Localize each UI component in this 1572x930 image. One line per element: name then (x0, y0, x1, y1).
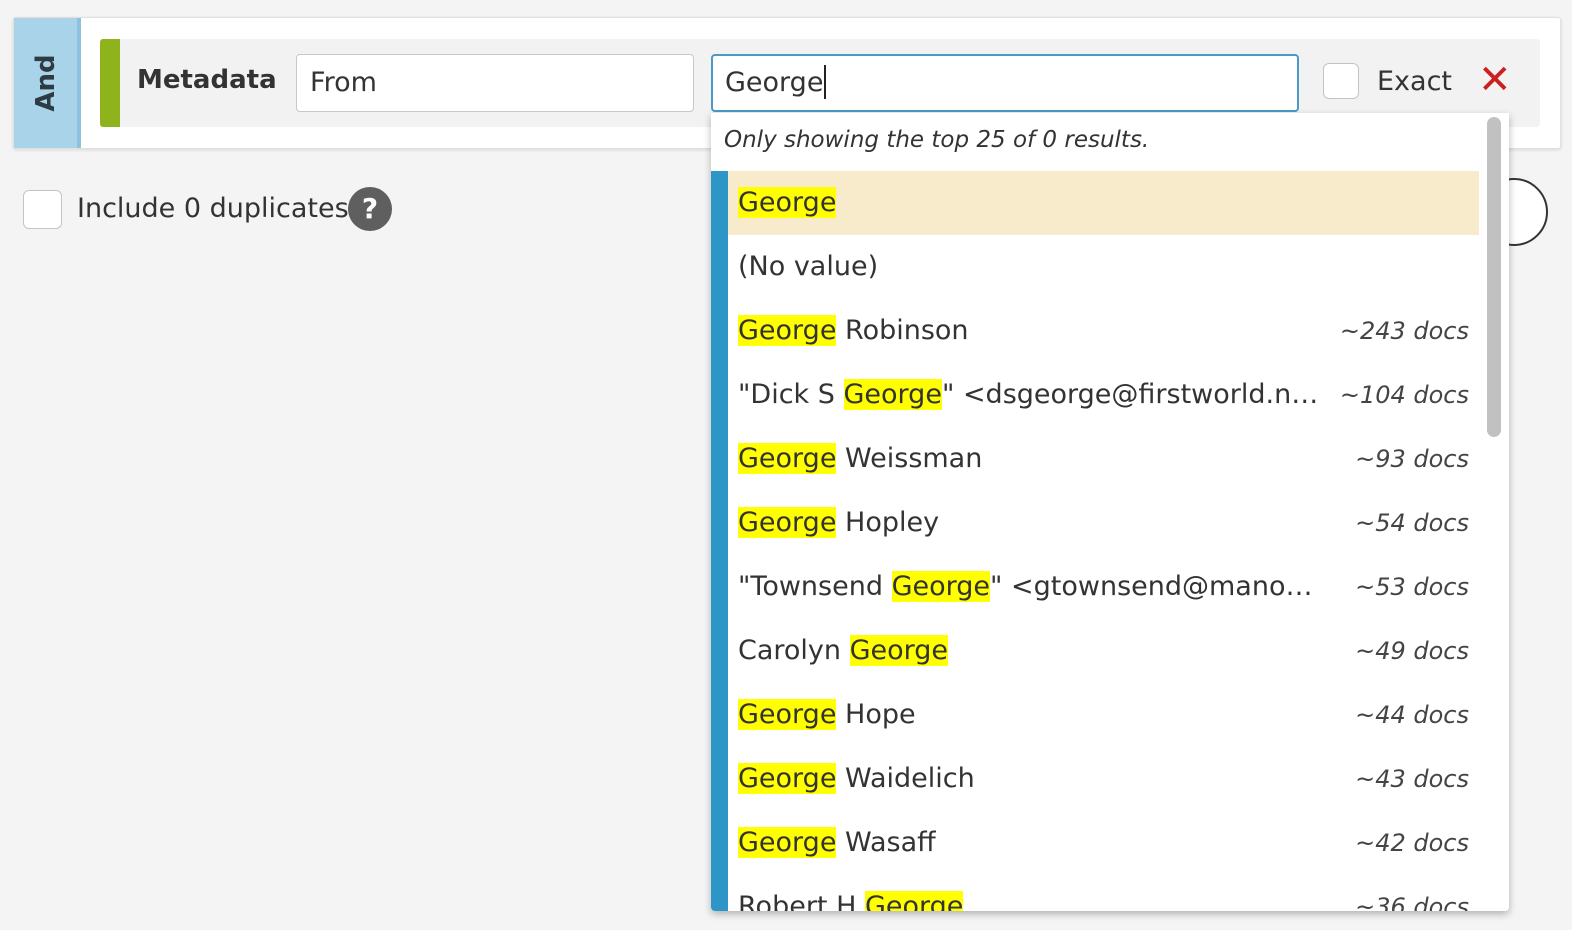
match-highlight: George (738, 315, 837, 346)
match-highlight: George (738, 443, 837, 474)
suggestion-item[interactable]: George Waidelich ~43 docs (728, 747, 1479, 811)
text-caret (824, 64, 827, 99)
doc-count: ~42 docs (1355, 829, 1469, 857)
suggestion-label: George Hope (738, 683, 916, 747)
match-highlight: George (738, 699, 837, 730)
suggestion-item[interactable]: George Robinson ~243 docs (728, 299, 1479, 363)
exact-label: Exact (1377, 66, 1453, 97)
suggestion-text: (No value) (738, 251, 879, 282)
dropdown-info-text: Only showing the top 25 of 0 results. (724, 127, 1150, 153)
suggestion-text: "Dick S (738, 379, 844, 410)
match-highlight: George (849, 635, 949, 666)
match-highlight: George (891, 571, 990, 602)
suggestion-label: George Waidelich (738, 747, 975, 811)
suggestion-text: Hopley (836, 507, 940, 538)
suggestion-item[interactable]: (No value) (728, 235, 1479, 299)
metadata-field-value: From (310, 67, 377, 98)
suggestion-label: George (738, 171, 837, 235)
metadata-field-input[interactable]: From (296, 54, 694, 112)
suggestion-label: (No value) (738, 235, 878, 299)
suggestion-item[interactable]: Carolyn George ~49 docs (728, 619, 1479, 683)
suggestion-label: George Wasaff (738, 811, 936, 875)
doc-count: ~43 docs (1355, 765, 1469, 793)
include-duplicates-label: Include 0 duplicates (77, 193, 349, 224)
suggestion-item[interactable]: George Weissman ~93 docs (728, 427, 1479, 491)
suggestion-label: "Townsend George" <gtownsend@manoris... (738, 555, 1323, 619)
suggestion-text: Hope (836, 699, 916, 730)
suggestion-label: Carolyn George (738, 619, 949, 683)
suggestion-text: Robert H (738, 891, 865, 911)
include-duplicates-checkbox[interactable] (23, 190, 62, 229)
doc-count: ~53 docs (1355, 573, 1469, 601)
match-highlight: George (843, 379, 942, 410)
suggestion-item[interactable]: George Hope ~44 docs (728, 683, 1479, 747)
filter-accent-bar (100, 39, 120, 127)
doc-count: ~36 docs (1355, 893, 1469, 911)
suggestion-item[interactable]: George (728, 171, 1479, 235)
doc-count: ~93 docs (1355, 445, 1469, 473)
close-x-icon[interactable]: ✕ (1478, 56, 1512, 104)
suggestion-text: " <dsgeorge@firstworld.net> (941, 379, 1323, 410)
suggestion-label: George Robinson (738, 299, 969, 363)
filter-type-label: Metadata (137, 65, 277, 95)
suggestion-item[interactable]: Robert H George ~36 docs (728, 875, 1479, 911)
doc-count: ~243 docs (1339, 317, 1469, 345)
autocomplete-dropdown: Only showing the top 25 of 0 results. Ge… (711, 113, 1509, 911)
suggestion-item[interactable]: "Dick S George" <dsgeorge@firstworld.net… (728, 363, 1479, 427)
suggestion-item[interactable]: "Townsend George" <gtownsend@manoris... ~… (728, 555, 1479, 619)
match-highlight: George (864, 891, 964, 911)
suggestion-list: George (No value) George Robinson ~243 docs… (711, 171, 1479, 911)
suggestion-label: Robert H George (738, 875, 964, 911)
suggestion-label: "Dick S George" <dsgeorge@firstworld.net… (738, 363, 1323, 427)
suggestion-text: Wasaff (836, 827, 936, 858)
doc-count: ~54 docs (1355, 509, 1469, 537)
doc-count: ~104 docs (1339, 381, 1469, 409)
suggestion-text: "Townsend (738, 571, 892, 602)
exact-checkbox[interactable] (1323, 63, 1359, 99)
conjunction-label: And (30, 54, 61, 112)
suggestion-label: George Weissman (738, 427, 982, 491)
suggestion-text: Waidelich (836, 763, 975, 794)
match-highlight: George (738, 827, 837, 858)
suggestion-text: " <gtownsend@manoris... (990, 571, 1323, 602)
dropdown-scrollbar-thumb[interactable] (1487, 117, 1501, 437)
metadata-value-input[interactable]: George (711, 54, 1299, 112)
suggestion-text: Carolyn (738, 635, 850, 666)
question-mark-icon[interactable]: ? (348, 187, 392, 231)
match-highlight: George (738, 763, 837, 794)
metadata-value-text: George (725, 67, 824, 98)
match-highlight: George (738, 187, 837, 218)
suggestion-item[interactable]: George Wasaff ~42 docs (728, 811, 1479, 875)
suggestion-label: George Hopley (738, 491, 939, 555)
suggestion-text: Robinson (836, 315, 969, 346)
suggestion-item[interactable]: George Hopley ~54 docs (728, 491, 1479, 555)
conjunction-tab[interactable]: And (14, 18, 81, 148)
doc-count: ~44 docs (1355, 701, 1469, 729)
match-highlight: George (738, 507, 837, 538)
doc-count: ~49 docs (1355, 637, 1469, 665)
suggestion-text: Weissman (836, 443, 983, 474)
